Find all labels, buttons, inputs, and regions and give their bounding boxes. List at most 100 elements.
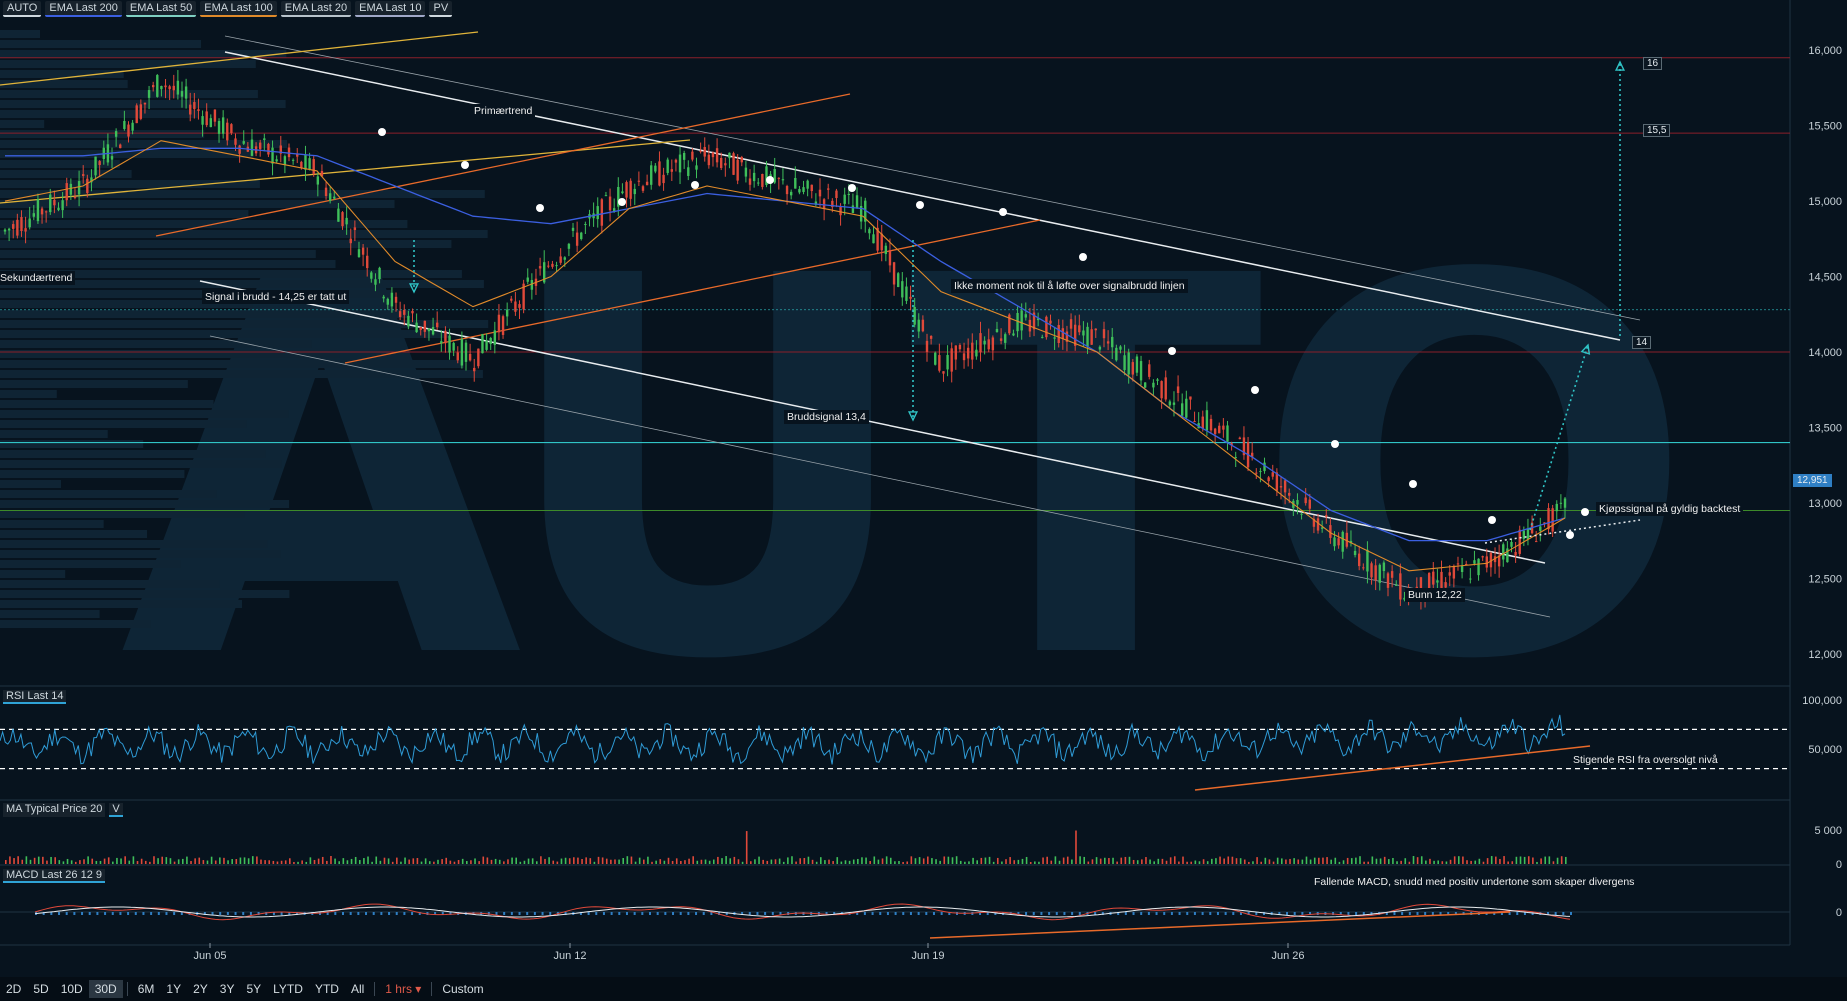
macd-histogram-bar (1055, 912, 1058, 915)
volume-bar (474, 858, 476, 864)
volume-bar (671, 860, 674, 864)
volume-bar (799, 858, 802, 864)
volume-bar (1058, 860, 1061, 864)
volume-bar (21, 859, 24, 864)
candle-body (485, 340, 488, 350)
candle-body (3, 229, 7, 232)
candle-body (510, 298, 513, 301)
volume-bar (1112, 857, 1114, 864)
candle-body (147, 90, 151, 98)
ema-marker-dot (916, 201, 924, 209)
timeframe-lytd[interactable]: LYTD (267, 980, 309, 998)
volume-bar (507, 859, 509, 864)
candle-body (1518, 529, 1521, 554)
macd-histogram-bar (349, 912, 352, 915)
legend-item[interactable]: EMA Last 50 (125, 1, 197, 17)
volume-bar (1042, 857, 1044, 864)
candle-body (843, 194, 846, 204)
candle-body (905, 286, 908, 301)
volume-bar (758, 856, 760, 864)
volume-bar (1272, 861, 1275, 864)
macd-histogram-bar (533, 912, 536, 915)
legend-item[interactable]: EMA Last 10 (355, 1, 426, 17)
volume-bar (1091, 859, 1094, 864)
candle-body (600, 199, 604, 226)
rsi-label: RSI Last 14 (3, 690, 67, 704)
volume-bar (334, 858, 336, 864)
timeframe-6m[interactable]: 6M (132, 980, 161, 998)
volume-bar (931, 858, 933, 864)
volume-profile-bar (0, 40, 202, 48)
legend-item[interactable]: AUTO (3, 1, 42, 17)
volume-bar (1420, 856, 1423, 864)
chart-canvas[interactable]: AUTO16,00015,50015,00014,50014,00013,500… (0, 0, 1847, 1001)
custom-range-button[interactable]: Custom (436, 980, 489, 998)
volume-profile-bar (0, 330, 450, 338)
macd-histogram-bar (625, 912, 628, 915)
candle-body (217, 120, 221, 134)
volume-bar (1367, 861, 1370, 864)
volume-bar (988, 856, 991, 864)
candle-body (296, 154, 299, 157)
volume-bar (1066, 856, 1069, 864)
legend-item[interactable]: PV (429, 1, 453, 17)
macd-histogram-bar (1078, 912, 1081, 915)
volume-bar (1017, 859, 1020, 864)
candle-body (1353, 550, 1357, 556)
candle-body (1333, 537, 1336, 547)
volume-bar (1338, 861, 1341, 864)
macd-histogram-bar (510, 912, 513, 915)
volume-bar (1054, 856, 1057, 864)
volume-bar (1474, 860, 1477, 864)
candle-body (604, 195, 608, 197)
macd-histogram-bar (1063, 912, 1066, 915)
legend-item[interactable]: EMA Last 100 (200, 1, 277, 17)
macd-histogram-bar (1416, 912, 1419, 915)
timeframe-30d[interactable]: 30D (88, 980, 123, 998)
candle-body (139, 104, 143, 119)
volume-bar (540, 856, 542, 864)
interval-dropdown[interactable]: 1 hrs ▾ (379, 980, 427, 998)
macd-trendline (929, 911, 1511, 939)
volume-bar (659, 859, 662, 864)
volume-bar (651, 861, 653, 864)
candle-body (555, 265, 558, 267)
timeframe-2d[interactable]: 2D (0, 980, 27, 998)
timeframe-3y[interactable]: 3Y (214, 980, 241, 998)
volume-bar (869, 861, 871, 864)
timeframe-10d[interactable]: 10D (55, 980, 89, 998)
macd-histogram-bar (672, 912, 675, 915)
timeframe-5d[interactable]: 5D (27, 980, 54, 998)
volume-bar (1021, 858, 1024, 864)
legend-item[interactable]: EMA Last 20 (280, 1, 352, 17)
volume-bar (906, 861, 909, 864)
candle-body (1283, 480, 1287, 493)
volume-bar (13, 858, 15, 864)
candle-body (1045, 316, 1048, 338)
volume-bar (927, 856, 929, 864)
watermark-symbol: AUTO (120, 167, 1685, 773)
volume-bar (745, 831, 748, 864)
timeframe-5y[interactable]: 5Y (240, 980, 267, 998)
candle-body (398, 311, 402, 317)
level-label-14: 14 (1632, 336, 1652, 349)
volume-bar (828, 859, 830, 864)
timeframe-2y[interactable]: 2Y (187, 980, 214, 998)
candle-body (1152, 382, 1155, 388)
timeframe-all[interactable]: All (345, 980, 370, 998)
candle-body (748, 178, 752, 185)
candle-body (493, 330, 497, 345)
timeframe-ytd[interactable]: YTD (309, 980, 345, 998)
legend-item[interactable]: EMA Last 200 (45, 1, 122, 17)
volume-bar (1256, 857, 1258, 864)
candle-body (1370, 563, 1373, 578)
timeframe-1y[interactable]: 1Y (160, 980, 187, 998)
volume-bar (383, 857, 386, 864)
volume-bar (227, 860, 229, 864)
macd-histogram-bar (503, 912, 506, 915)
volume-bar (618, 859, 620, 864)
candle-body (197, 109, 200, 111)
candle-body (427, 328, 431, 332)
volume-bar (140, 858, 143, 864)
volume-bar (527, 858, 530, 864)
